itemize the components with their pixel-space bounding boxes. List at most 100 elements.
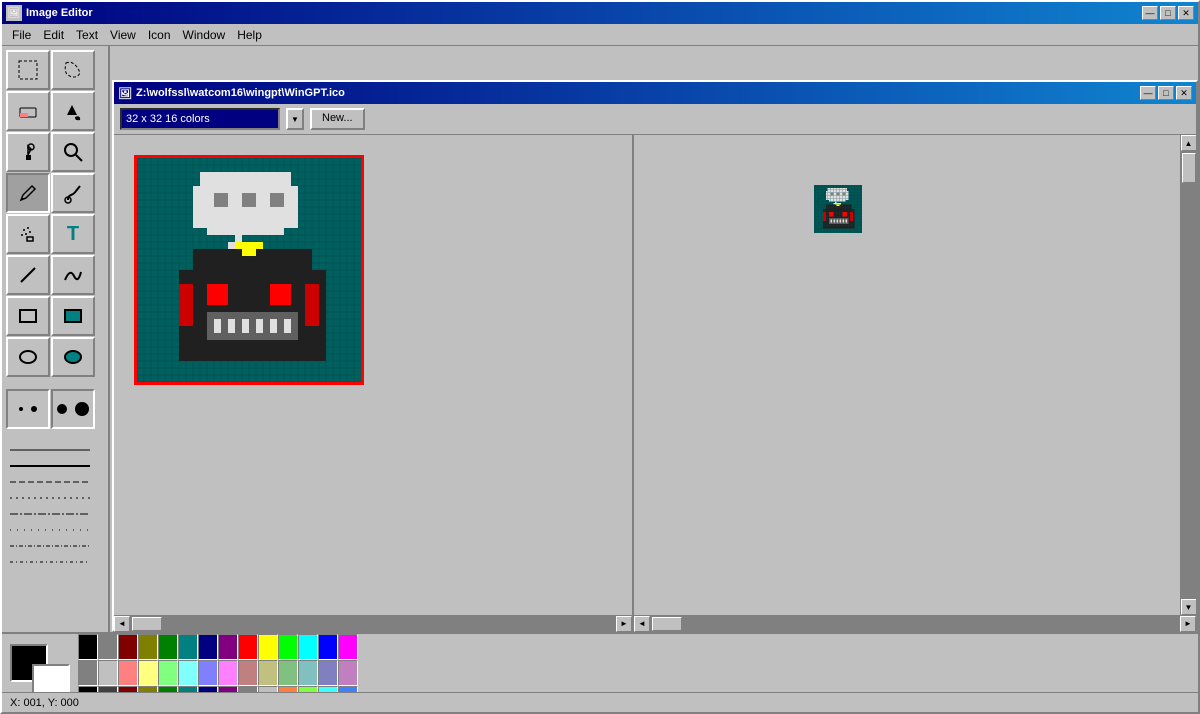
tool-rect-outline[interactable] xyxy=(6,296,50,336)
left-scroll-left-btn[interactable]: ◄ xyxy=(114,616,130,632)
minimize-button[interactable]: — xyxy=(1142,6,1158,20)
canvas-container: ▲ ▼ xyxy=(114,135,1196,615)
tool-grid: T xyxy=(2,46,108,381)
color-swatch[interactable] xyxy=(298,660,318,686)
tool-curve[interactable] xyxy=(51,255,95,295)
color-swatch[interactable] xyxy=(258,634,278,660)
main-editor-canvas[interactable] xyxy=(137,158,361,382)
inner-maximize-button[interactable]: □ xyxy=(1158,86,1174,100)
tool-brush[interactable] xyxy=(51,173,95,213)
v-scroll-thumb[interactable] xyxy=(1182,153,1196,183)
right-h-track[interactable] xyxy=(650,616,1180,632)
color-swatch[interactable] xyxy=(258,660,278,686)
menu-icon[interactable]: Icon xyxy=(142,26,177,44)
status-bar: X: 001, Y: 000 xyxy=(2,692,1198,712)
inner-title-bar: 🖼 Z:\wolfssl\watcom16\wingpt\WinGPT.ico … xyxy=(114,82,1196,104)
color-swatch[interactable] xyxy=(238,634,258,660)
line-pattern-4[interactable] xyxy=(10,491,100,505)
right-scroll-right-btn[interactable]: ► xyxy=(1180,616,1196,632)
color-swatch[interactable] xyxy=(218,660,238,686)
menu-bar: File Edit Text View Icon Window Help xyxy=(2,24,1198,46)
tool-eyedropper[interactable] xyxy=(6,132,50,172)
color-swatch[interactable] xyxy=(118,634,138,660)
color-swatch[interactable] xyxy=(78,634,98,660)
menu-view[interactable]: View xyxy=(104,26,142,44)
inner-close-button[interactable]: ✕ xyxy=(1176,86,1192,100)
line-pattern-6[interactable] xyxy=(10,523,100,537)
color-swatch[interactable] xyxy=(218,634,238,660)
color-swatch[interactable] xyxy=(198,634,218,660)
size-select[interactable]: 32 x 32 16 colors xyxy=(120,108,280,130)
tool-fill[interactable] xyxy=(51,91,95,131)
menu-window[interactable]: Window xyxy=(177,26,232,44)
color-swatch[interactable] xyxy=(138,660,158,686)
brush-size-2[interactable] xyxy=(51,389,95,429)
line-pattern-7[interactable] xyxy=(10,539,100,553)
color-swatch[interactable] xyxy=(278,634,298,660)
color-swatch[interactable] xyxy=(178,634,198,660)
menu-edit[interactable]: Edit xyxy=(37,26,70,44)
app-icon: 🖼 xyxy=(6,5,22,21)
v-scroll-track[interactable] xyxy=(1181,151,1197,599)
title-controls: — □ ✕ xyxy=(1142,6,1194,20)
color-swatch[interactable] xyxy=(178,660,198,686)
color-swatch[interactable] xyxy=(98,634,118,660)
inner-minimize-button[interactable]: — xyxy=(1140,86,1156,100)
tool-select-rect[interactable] xyxy=(6,50,50,90)
color-swatch[interactable] xyxy=(298,634,318,660)
menu-text[interactable]: Text xyxy=(70,26,104,44)
color-swatch[interactable] xyxy=(118,660,138,686)
color-swatch[interactable] xyxy=(338,660,358,686)
inner-title-controls: — □ ✕ xyxy=(1140,86,1192,100)
menu-help[interactable]: Help xyxy=(231,26,268,44)
left-h-thumb[interactable] xyxy=(132,617,162,631)
brush-size-1[interactable] xyxy=(6,389,50,429)
tool-text[interactable]: T xyxy=(51,214,95,254)
tool-line[interactable] xyxy=(6,255,50,295)
color-swatch[interactable] xyxy=(78,660,98,686)
color-swatch[interactable] xyxy=(318,634,338,660)
line-pattern-3[interactable] xyxy=(10,475,100,489)
tool-rect-fill[interactable] xyxy=(51,296,95,336)
size-label: 32 x 32 16 colors xyxy=(126,113,210,125)
color-swatch[interactable] xyxy=(198,660,218,686)
title-bar-left: 🖼 Image Editor xyxy=(6,5,93,21)
scroll-up-btn[interactable]: ▲ xyxy=(1181,135,1197,151)
color-swatch[interactable] xyxy=(318,660,338,686)
color-swatch[interactable] xyxy=(238,660,258,686)
right-v-scrollbar: ▲ ▼ xyxy=(1180,135,1196,615)
left-h-track[interactable] xyxy=(130,616,616,632)
left-h-scrollbar: ◄ ► xyxy=(114,616,634,631)
color-swatch[interactable] xyxy=(338,634,358,660)
tool-magnify[interactable] xyxy=(51,132,95,172)
right-scroll-left-btn[interactable]: ◄ xyxy=(634,616,650,632)
inner-window: 🖼 Z:\wolfssl\watcom16\wingpt\WinGPT.ico … xyxy=(112,80,1198,632)
tool-eraser[interactable] xyxy=(6,91,50,131)
inner-window-title: Z:\wolfssl\watcom16\wingpt\WinGPT.ico xyxy=(136,87,345,99)
tool-ellipse-outline[interactable] xyxy=(6,337,50,377)
menu-file[interactable]: File xyxy=(6,26,37,44)
h-scrollbar-container: ◄ ► ◄ ► xyxy=(114,615,1196,631)
tool-ellipse-fill[interactable] xyxy=(51,337,95,377)
line-pattern-2[interactable] xyxy=(10,459,100,473)
color-swatch[interactable] xyxy=(278,660,298,686)
scroll-down-btn[interactable]: ▼ xyxy=(1181,599,1197,615)
line-pattern-1[interactable] xyxy=(10,443,100,457)
tool-pencil[interactable] xyxy=(6,173,50,213)
line-pattern-8[interactable] xyxy=(10,555,100,569)
size-dropdown-btn[interactable]: ▼ xyxy=(286,108,304,130)
color-swatch[interactable] xyxy=(98,660,118,686)
tool-spray[interactable] xyxy=(6,214,50,254)
tool-select-free[interactable] xyxy=(51,50,95,90)
color-swatch[interactable] xyxy=(138,634,158,660)
new-button[interactable]: New... xyxy=(310,108,365,130)
maximize-button[interactable]: □ xyxy=(1160,6,1176,20)
pixel-canvas-border xyxy=(134,155,364,385)
line-pattern-5[interactable] xyxy=(10,507,100,521)
close-button[interactable]: ✕ xyxy=(1178,6,1194,20)
left-canvas-panel xyxy=(114,135,634,615)
right-h-thumb[interactable] xyxy=(652,617,682,631)
left-scroll-right-btn[interactable]: ► xyxy=(616,616,632,632)
color-swatch[interactable] xyxy=(158,660,178,686)
color-swatch[interactable] xyxy=(158,634,178,660)
